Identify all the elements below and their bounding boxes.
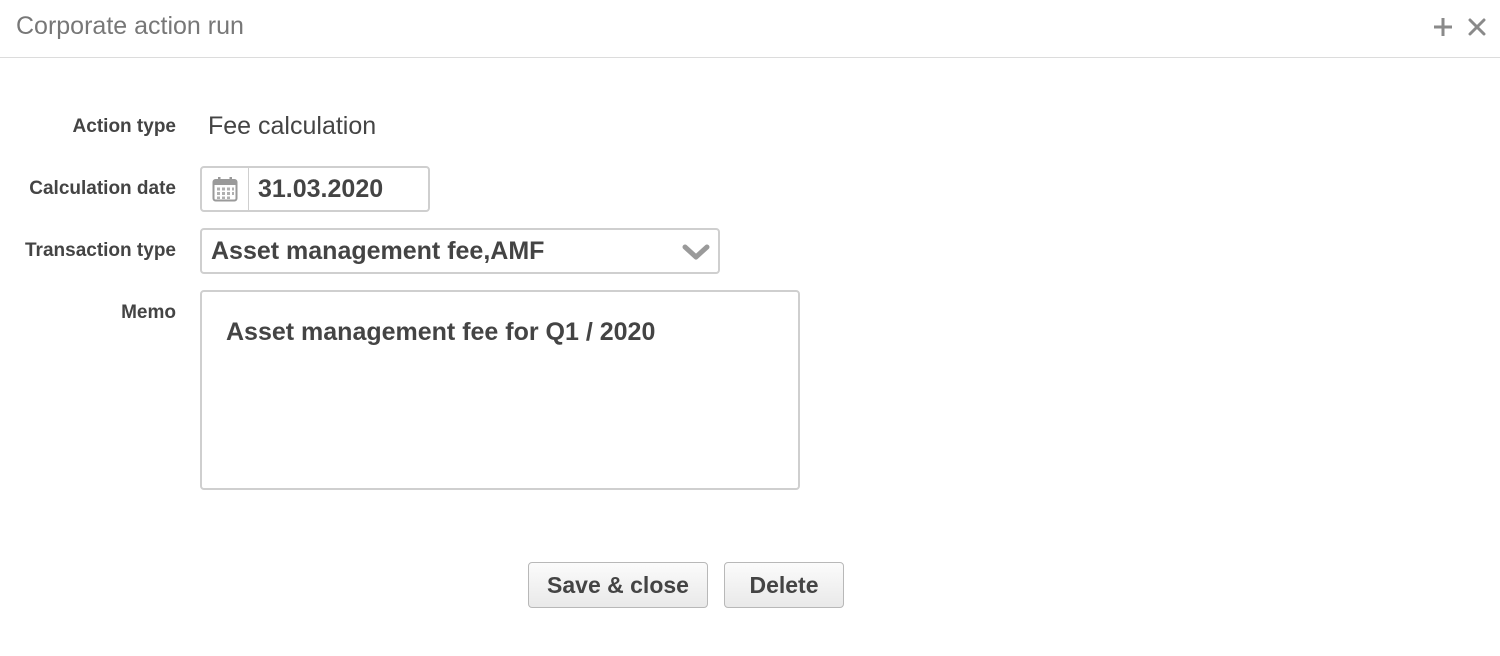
dialog-title: Corporate action run [16, 12, 244, 40]
transaction-type-label: Transaction type [25, 240, 176, 261]
calculation-date-input[interactable]: 31.03.2020 [258, 175, 383, 204]
action-type-value: Fee calculation [208, 112, 377, 140]
action-type-label: Action type [72, 116, 176, 137]
memo-textarea[interactable]: Asset management fee for Q1 / 2020 [200, 290, 800, 490]
transaction-type-select[interactable]: Asset management fee,AMF [200, 228, 720, 274]
calculation-date-field[interactable]: 31.03.2020 [200, 166, 430, 212]
chevron-down-icon[interactable] [682, 242, 710, 262]
dialog-titlebar: Corporate action run [0, 0, 1500, 58]
memo-label: Memo [121, 302, 176, 323]
plus-icon[interactable] [1430, 12, 1456, 42]
calculation-date-label: Calculation date [29, 178, 176, 199]
corporate-action-dialog: Corporate action run Action type Fee cal… [0, 0, 1500, 656]
transaction-type-value: Asset management fee,AMF [211, 237, 545, 265]
close-icon[interactable] [1464, 12, 1490, 42]
memo-text[interactable]: Asset management fee for Q1 / 2020 [226, 318, 655, 347]
save-close-button[interactable]: Save & close [528, 562, 708, 608]
calendar-icon[interactable] [202, 168, 249, 210]
delete-button[interactable]: Delete [724, 562, 844, 608]
